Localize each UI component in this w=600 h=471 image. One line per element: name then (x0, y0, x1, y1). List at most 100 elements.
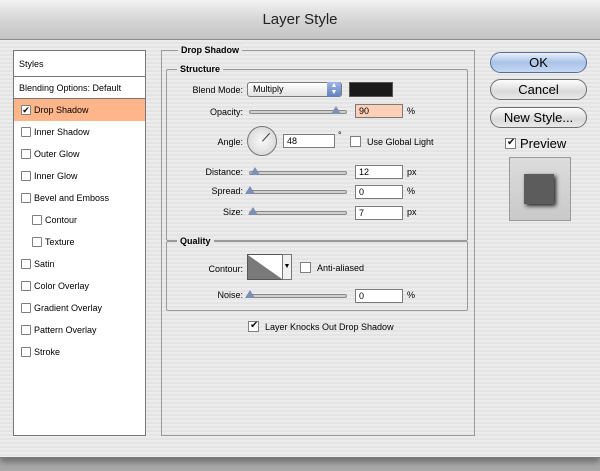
style-item-label: Inner Shadow (34, 127, 90, 137)
style-item-label: Contour (45, 215, 78, 225)
distance-label: Distance: (205, 167, 243, 177)
spread-label: Spread: (211, 186, 243, 196)
style-checkbox[interactable] (21, 347, 31, 357)
noise-slider[interactable] (245, 290, 347, 298)
use-global-light-label: Use Global Light (367, 137, 434, 147)
new-style-button[interactable]: New Style... (490, 107, 587, 128)
style-items: Drop Shadow Inner Shadow Outer Glow Inner G… (14, 99, 145, 363)
select-arrows-icon: ▲ ▼ (327, 82, 341, 97)
layer-style-dialog: Layer Style Styles Blending Options: Def… (0, 0, 600, 458)
drop-shadow-panel: Drop Shadow Structure Blend Mode: Multip… (161, 45, 475, 436)
style-item-label: Texture (45, 237, 75, 247)
noise-slider-thumb[interactable] (245, 290, 255, 298)
noise-field[interactable]: 0 (355, 289, 403, 303)
style-checkbox[interactable] (21, 149, 31, 159)
anti-aliased-label: Anti-aliased (317, 263, 365, 273)
opacity-unit: % (407, 106, 416, 116)
style-checkbox[interactable] (21, 303, 31, 313)
preview-toggle[interactable]: Preview (505, 136, 566, 151)
style-checkbox[interactable] (21, 171, 31, 181)
style-checkbox[interactable] (21, 281, 31, 291)
shadow-color-swatch[interactable] (349, 82, 393, 97)
style-checkbox[interactable] (21, 259, 31, 269)
angle-label: Angle: (217, 137, 243, 147)
quality-title: Quality (177, 236, 214, 246)
style-item-pattern-overlay[interactable]: Pattern Overlay (14, 319, 145, 341)
preview-thumbnail (524, 174, 554, 204)
use-global-light-checkbox[interactable] (350, 136, 361, 147)
styles-header[interactable]: Styles (14, 51, 145, 77)
structure-group: Structure Blend Mode: Multiply ▲ ▼ Opacit… (166, 64, 468, 241)
blending-options-item[interactable]: Blending Options: Default (14, 77, 145, 99)
style-checkbox[interactable] (21, 193, 31, 203)
noise-unit: % (407, 290, 416, 300)
contour-dropdown-icon[interactable]: ▼ (282, 254, 292, 280)
opacity-field[interactable]: 90 (355, 104, 403, 118)
style-item-drop-shadow[interactable]: Drop Shadow (14, 99, 145, 121)
contour-curve-icon (248, 255, 282, 279)
size-field[interactable]: 7 (355, 206, 403, 220)
window-title: Layer Style (0, 0, 600, 40)
blend-mode-label: Blend Mode: (192, 85, 243, 95)
styles-list: Styles Blending Options: Default Drop Sh… (13, 50, 146, 436)
style-item-label: Color Overlay (34, 281, 90, 291)
spread-field[interactable]: 0 (355, 185, 403, 199)
distance-slider[interactable] (249, 167, 347, 175)
style-item-label: Inner Glow (34, 171, 78, 181)
style-item-gradient-overlay[interactable]: Gradient Overlay (14, 297, 145, 319)
style-item-inner-shadow[interactable]: Inner Shadow (14, 121, 145, 143)
style-item-label: Bevel and Emboss (34, 193, 110, 203)
size-slider[interactable] (247, 207, 347, 215)
style-item-label: Satin (34, 259, 55, 269)
style-item-color-overlay[interactable]: Color Overlay (14, 275, 145, 297)
size-slider-thumb[interactable] (247, 207, 258, 215)
drop-shadow-title: Drop Shadow (178, 45, 242, 55)
style-item-outer-glow[interactable]: Outer Glow (14, 143, 145, 165)
size-label: Size: (222, 207, 243, 217)
ok-button[interactable]: OK (490, 52, 587, 73)
style-item-label: Gradient Overlay (34, 303, 103, 313)
style-checkbox[interactable] (21, 105, 31, 115)
style-item-satin[interactable]: Satin (14, 253, 145, 275)
layer-knocks-out-label: Layer Knocks Out Drop Shadow (265, 322, 394, 332)
style-item-label: Drop Shadow (34, 105, 89, 115)
style-item-bevel-and-emboss[interactable]: Bevel and Emboss (14, 187, 145, 209)
noise-label: Noise: (217, 290, 243, 300)
structure-title: Structure (177, 64, 224, 74)
blend-mode-value: Multiply (253, 84, 284, 94)
style-item-label: Outer Glow (34, 149, 80, 159)
cancel-button[interactable]: Cancel (490, 79, 587, 100)
style-checkbox[interactable] (21, 325, 31, 335)
distance-slider-thumb[interactable] (249, 167, 260, 175)
layer-knocks-out-checkbox[interactable] (248, 320, 259, 332)
style-item-texture[interactable]: Texture (14, 231, 145, 253)
distance-field[interactable]: 12 (355, 165, 403, 179)
style-item-inner-glow[interactable]: Inner Glow (14, 165, 145, 187)
style-item-label: Stroke (34, 347, 61, 357)
opacity-slider-thumb[interactable] (331, 106, 342, 114)
preview-label: Preview (520, 136, 567, 151)
style-checkbox[interactable] (32, 215, 42, 225)
style-item-stroke[interactable]: Stroke (14, 341, 145, 363)
angle-unit: ° (338, 130, 342, 140)
spread-slider-thumb[interactable] (245, 186, 255, 194)
angle-dial[interactable] (247, 126, 277, 156)
style-checkbox[interactable] (32, 237, 42, 247)
style-preview (509, 157, 571, 221)
opacity-slider[interactable] (249, 106, 347, 114)
spread-unit: % (407, 186, 416, 196)
angle-field[interactable]: 48 (283, 134, 335, 148)
anti-aliased-checkbox[interactable] (300, 262, 311, 273)
style-checkbox[interactable] (21, 127, 31, 137)
blend-mode-select[interactable]: Multiply ▲ ▼ (247, 82, 342, 97)
quality-group: Quality Contour: ▼ Anti-aliased Noise: 0… (166, 236, 468, 311)
style-item-label: Pattern Overlay (34, 325, 97, 335)
contour-preview[interactable] (247, 254, 283, 280)
distance-unit: px (407, 167, 417, 177)
contour-label: Contour: (208, 264, 243, 274)
spread-slider[interactable] (245, 186, 347, 194)
style-item-contour[interactable]: Contour (14, 209, 145, 231)
opacity-label: Opacity: (209, 107, 243, 117)
preview-checkbox[interactable] (505, 137, 516, 149)
size-unit: px (407, 207, 417, 217)
